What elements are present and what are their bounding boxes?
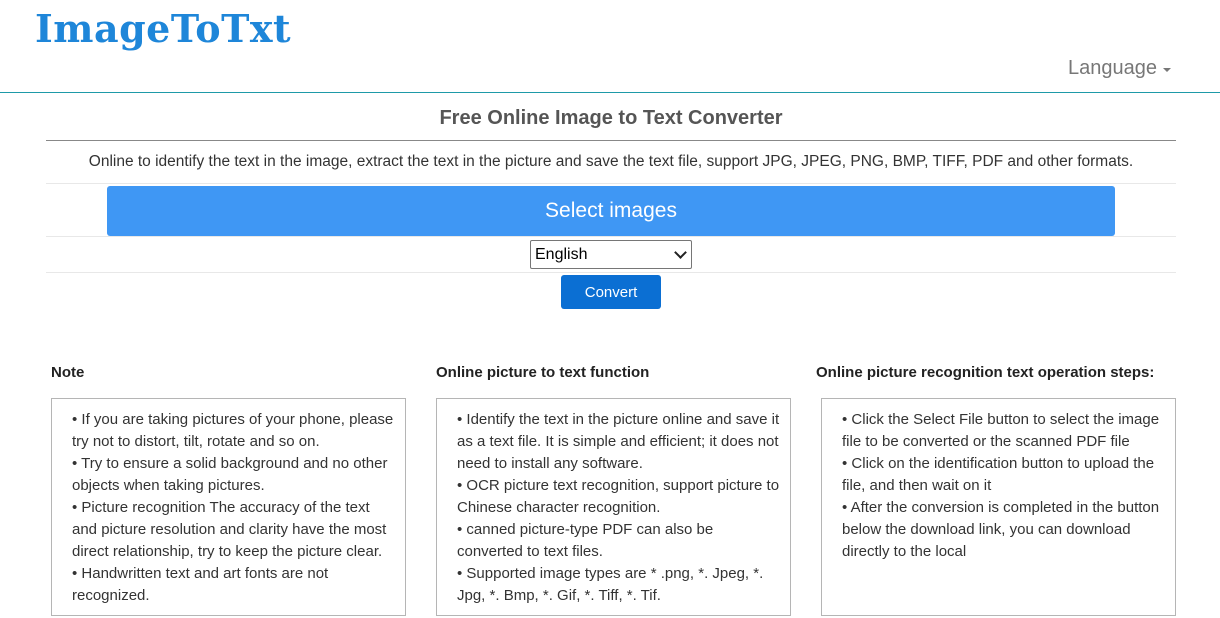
select-images-button[interactable]: Select images <box>107 186 1115 236</box>
page-description: Online to identify the text in the image… <box>88 153 1134 170</box>
language-menu[interactable]: Language <box>1068 57 1171 80</box>
note-item: • Try to ensure a solid background and n… <box>72 455 388 494</box>
note-item: • Handwritten text and art fonts are not… <box>72 565 329 604</box>
steps-heading: Online picture recognition text operatio… <box>816 364 1155 381</box>
convert-button[interactable]: Convert <box>561 275 661 309</box>
site-logo[interactable]: ImageToTxt <box>35 6 291 51</box>
caret-down-icon <box>1163 67 1171 72</box>
function-box: • Identify the text in the picture onlin… <box>436 398 791 616</box>
function-item: • canned picture-type PDF can also be co… <box>457 521 714 560</box>
divider <box>46 183 1176 184</box>
note-item: • If you are taking pictures of your pho… <box>72 411 394 450</box>
function-item: • OCR picture text recognition, support … <box>457 477 780 516</box>
language-menu-label: Language <box>1068 57 1157 79</box>
title-divider <box>46 140 1176 141</box>
function-item: • Supported image types are * .png, *. J… <box>457 565 764 604</box>
steps-item: • After the conversion is completed in t… <box>842 499 1160 560</box>
page-title: Free Online Image to Text Converter <box>439 107 783 129</box>
site-header: ImageToTxt Language <box>0 0 1220 93</box>
steps-box: • Click the Select File button to select… <box>821 398 1176 616</box>
note-box: • If you are taking pictures of your pho… <box>51 398 406 616</box>
function-item: • Identify the text in the picture onlin… <box>457 411 780 472</box>
chevron-down-icon <box>674 246 687 259</box>
steps-item: • Click on the identification button to … <box>842 455 1155 494</box>
divider <box>46 236 1176 237</box>
divider <box>46 272 1176 273</box>
ocr-language-select[interactable]: English <box>530 240 692 269</box>
function-heading: Online picture to text function <box>436 364 650 381</box>
ocr-language-selected: English <box>535 245 588 263</box>
note-item: • Picture recognition The accuracy of th… <box>72 499 387 560</box>
note-heading: Note <box>51 364 85 381</box>
steps-item: • Click the Select File button to select… <box>842 411 1160 450</box>
